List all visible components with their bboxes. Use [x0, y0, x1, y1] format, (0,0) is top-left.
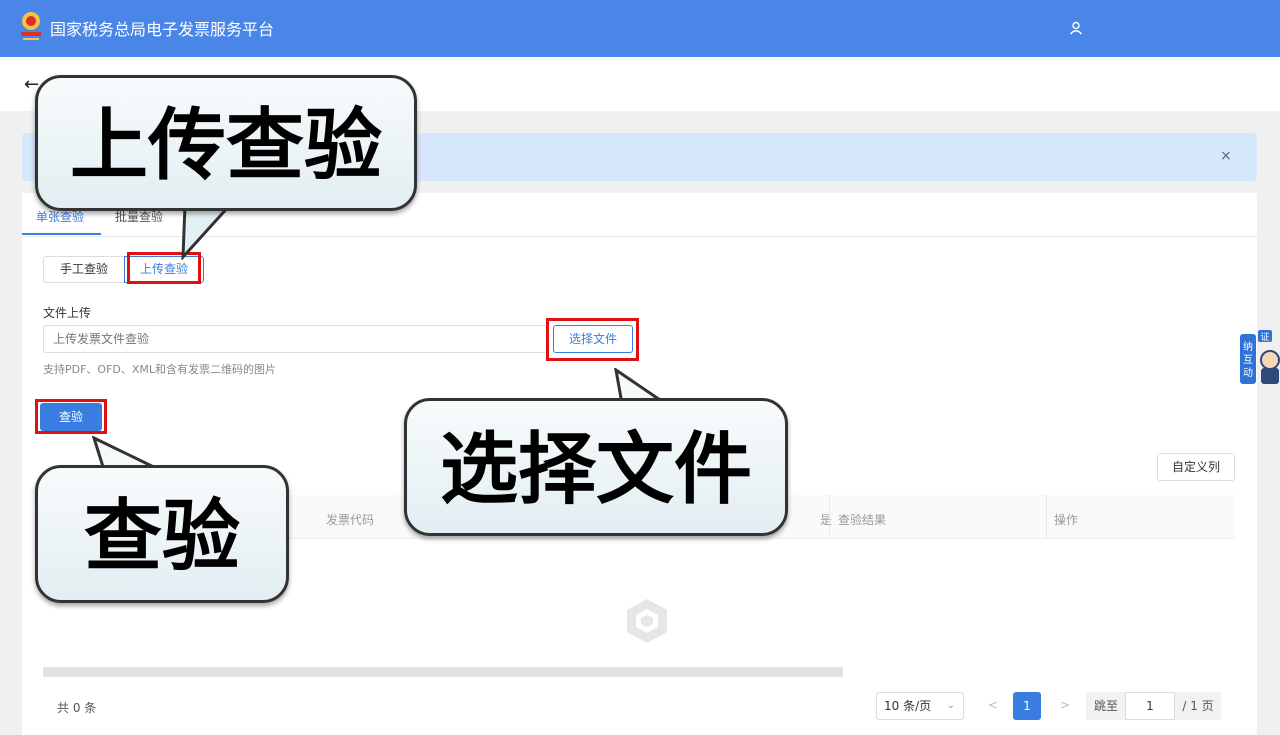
user-icon[interactable]	[1068, 20, 1084, 36]
column-header-invoice-code: 发票代码	[326, 513, 375, 527]
column-separator	[829, 495, 830, 539]
goto-page-input[interactable]	[1125, 692, 1175, 720]
close-icon[interactable]: ×	[1220, 148, 1232, 164]
widget-char-2: 互	[1243, 354, 1253, 366]
custom-columns-button[interactable]: 自定义列	[1157, 453, 1235, 481]
active-tab-indicator	[22, 233, 101, 235]
widget-char-3: 动	[1243, 367, 1253, 379]
prev-page-button[interactable]: <	[988, 698, 998, 712]
page-size-select[interactable]: 10 条/页 ⌄	[876, 692, 964, 720]
widget-char-1: 纳	[1243, 340, 1253, 353]
column-header-check-result: 查验结果	[838, 513, 887, 527]
highlight-choose-file	[546, 318, 639, 361]
column-header-actions: 操作	[1054, 513, 1079, 527]
manual-check-option[interactable]: 手工查验	[43, 256, 125, 283]
chevron-down-icon: ⌄	[946, 700, 955, 711]
goto-label: 跳至	[1086, 692, 1126, 720]
assistant-widget-icon[interactable]: 纳 互 动 证	[1238, 330, 1280, 386]
column-header-partial: 是	[820, 513, 833, 527]
callout-upload-check: 上传查验	[35, 75, 417, 211]
callout-check: 查验	[35, 465, 289, 603]
total-count: 共 0 条	[57, 701, 97, 715]
tax-emblem-icon	[21, 12, 41, 40]
widget-badge: 证	[1260, 332, 1269, 343]
next-page-button[interactable]: >	[1060, 698, 1070, 712]
app-title: 国家税务总局电子发票服务平台	[50, 20, 275, 39]
highlight-check-button	[35, 399, 107, 434]
horizontal-scrollbar[interactable]	[43, 667, 843, 677]
callout-choose-file: 选择文件	[404, 398, 788, 536]
empty-box-icon	[627, 599, 667, 643]
page-size-value: 10 条/页	[884, 699, 932, 713]
current-page-button[interactable]: 1	[1013, 692, 1041, 720]
total-pages-label: / 1 页	[1175, 692, 1221, 720]
supported-formats-hint: 支持PDF、OFD、XML和含有发票二维码的图片	[43, 363, 277, 376]
upload-file-input[interactable]	[43, 325, 547, 353]
column-separator	[1046, 495, 1047, 539]
file-upload-label: 文件上传	[43, 306, 92, 320]
